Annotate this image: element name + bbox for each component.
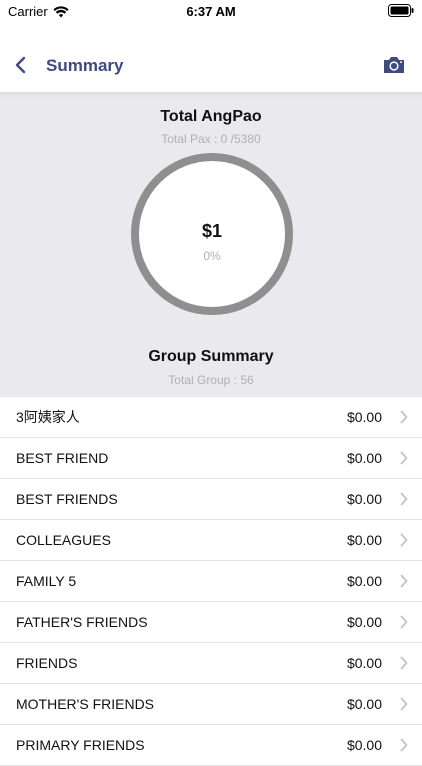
chevron-right-icon <box>400 451 408 465</box>
group-name: MOTHER'S FRIENDS <box>16 696 155 712</box>
group-summary-title: Group Summary <box>148 348 274 365</box>
chevron-right-icon <box>400 492 408 506</box>
battery-icon <box>388 4 414 17</box>
total-angpao-title: Total AngPao <box>160 108 262 125</box>
group-name: FAMILY 5 <box>16 573 77 589</box>
chevron-left-icon[interactable] <box>14 56 28 74</box>
chevron-right-icon <box>400 615 408 629</box>
group-amount: $0.00 <box>346 532 382 548</box>
group-amount: $0.00 <box>346 737 382 753</box>
group-name: BEST FRIENDS <box>16 491 118 507</box>
group-amount: $0.00 <box>346 450 382 466</box>
group-name: 3阿姨家人 <box>16 409 80 425</box>
group-row[interactable]: PRIMARY FRIENDS $0.00 <box>0 725 422 766</box>
group-list: 3阿姨家人 $0.00 BEST FRIEND $0.00 BEST FRIEN… <box>0 397 422 766</box>
total-group-text: Total Group : 56 <box>168 373 254 387</box>
page-title: Summary <box>46 56 124 75</box>
group-row[interactable]: BEST FRIENDS $0.00 <box>0 479 422 520</box>
group-name: COLLEAGUES <box>16 532 111 548</box>
group-amount: $0.00 <box>346 696 382 712</box>
group-row[interactable]: FAMILY 5 $0.00 <box>0 561 422 602</box>
total-amount: $1 <box>201 221 223 241</box>
camera-icon[interactable] <box>382 55 406 75</box>
chevron-right-icon <box>400 656 408 670</box>
chevron-right-icon <box>400 574 408 588</box>
total-pax-text: Total Pax : 0 /5380 <box>161 132 261 146</box>
chevron-right-icon <box>400 410 408 424</box>
group-name: PRIMARY FRIENDS <box>16 737 145 753</box>
progress-ring: $1 0% <box>131 153 293 315</box>
group-amount: $0.00 <box>346 409 382 425</box>
group-row[interactable]: FRIENDS $0.00 <box>0 643 422 684</box>
group-name: BEST FRIEND <box>16 450 109 466</box>
group-amount: $0.00 <box>346 573 382 589</box>
status-bar: Carrier 6:37 AM <box>0 0 422 24</box>
group-amount: $0.00 <box>346 655 382 671</box>
chevron-right-icon <box>400 697 408 711</box>
progress-percent: 0% <box>203 249 221 263</box>
group-row[interactable]: BEST FRIEND $0.00 <box>0 438 422 479</box>
group-row[interactable]: MOTHER'S FRIENDS $0.00 <box>0 684 422 725</box>
navigation-bar: Summary <box>0 36 422 92</box>
chevron-right-icon <box>400 533 408 547</box>
group-name: FRIENDS <box>16 655 78 671</box>
group-row[interactable]: FATHER'S FRIENDS $0.00 <box>0 602 422 643</box>
group-row[interactable]: 3阿姨家人 $0.00 <box>0 397 422 438</box>
group-amount: $0.00 <box>346 491 382 507</box>
summary-panel: Total AngPao Total Pax : 0 /5380 $1 0% G… <box>0 92 422 397</box>
group-name: FATHER'S FRIENDS <box>16 614 148 630</box>
clock: 6:37 AM <box>186 4 236 19</box>
group-row[interactable]: COLLEAGUES $0.00 <box>0 520 422 561</box>
group-amount: $0.00 <box>346 614 382 630</box>
